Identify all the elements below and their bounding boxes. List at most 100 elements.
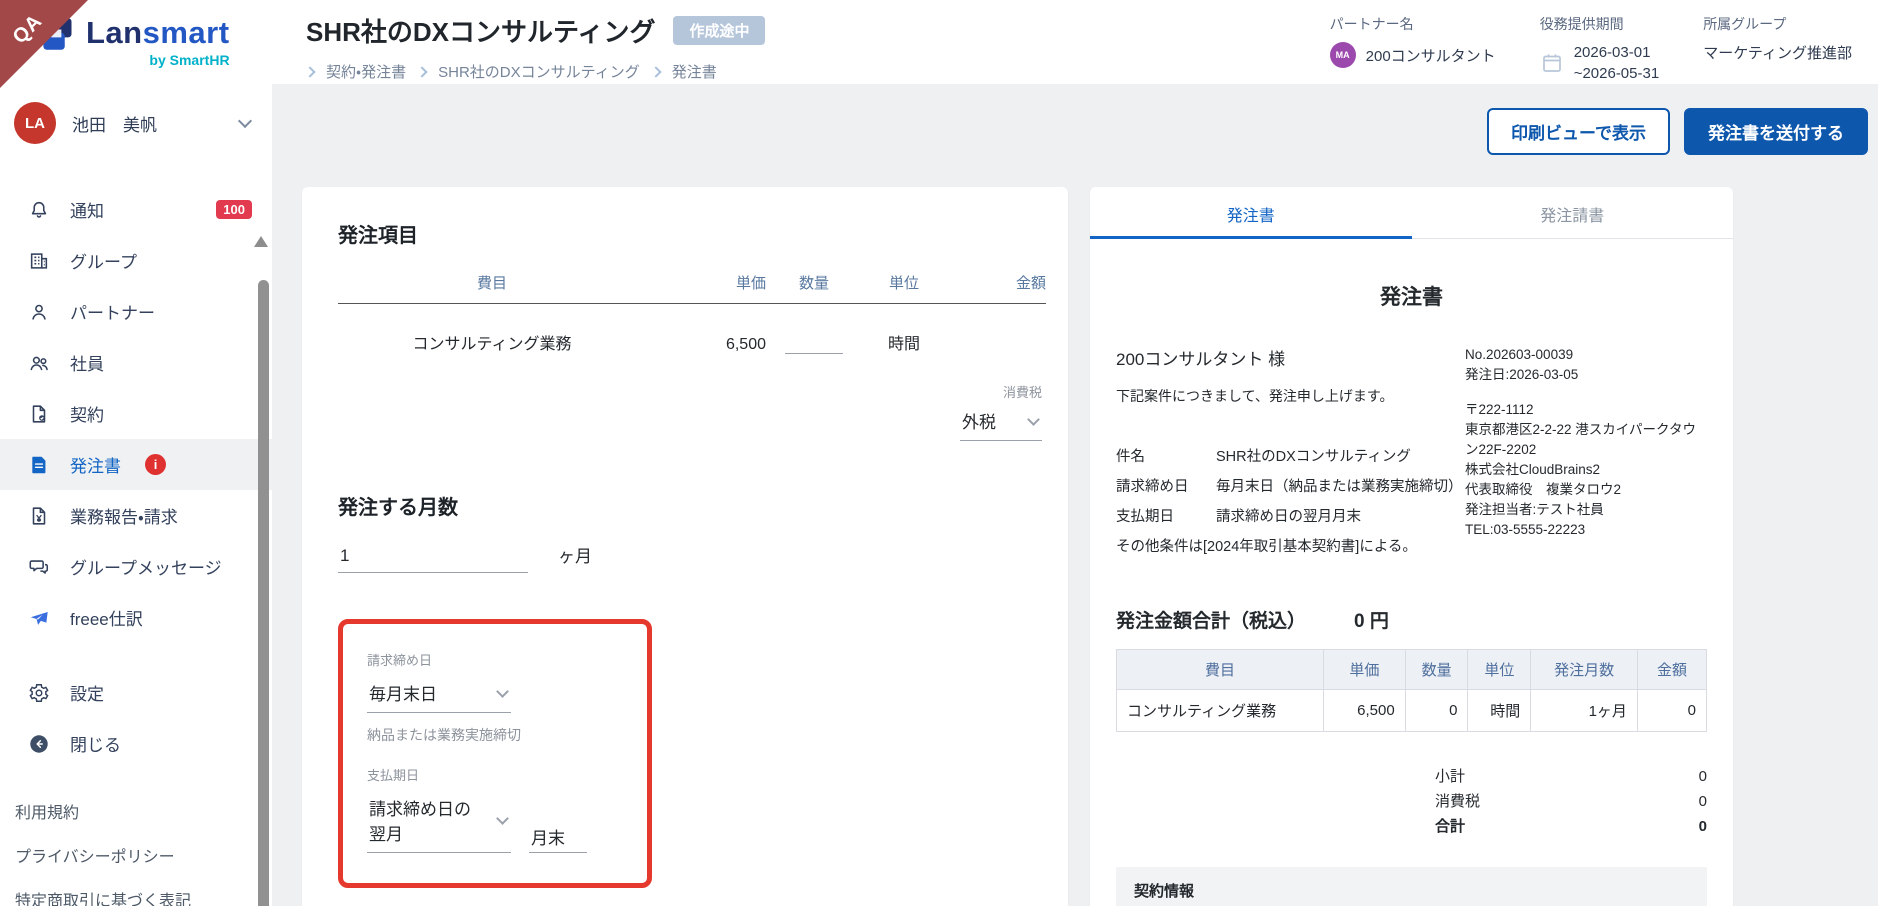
page-actions: 印刷ビューで表示 発注書を送付する xyxy=(302,108,1870,155)
user-name: 池田 美帆 xyxy=(72,115,157,135)
service-period-info: 役務提供期間 2026-03-01 ~2026-05-31 xyxy=(1539,16,1660,82)
preview-item-row: コンサルティング業務 6,500 0 時間 1ヶ月 0 xyxy=(1115,689,1708,732)
detail-value: 毎月末日（納品または業務実施締切） xyxy=(1216,479,1463,495)
issuer-representative: 代表取締役 複業タロウ2 xyxy=(1465,482,1622,497)
issuer-postal: 〒222-1112 xyxy=(1465,402,1534,417)
logo-byline: by SmartHR xyxy=(149,52,230,68)
content-area: 印刷ビューで表示 発注書を送付する 発注項目 費目 単価 数量 単位 金額 コン… xyxy=(272,84,1878,906)
page-title: SHR社のDXコンサルティング xyxy=(306,17,656,47)
partner-info: パートナー名 MA 200コンサルタント xyxy=(1329,14,1496,84)
sidebar-item-notifications[interactable]: 通知 100 xyxy=(0,184,272,235)
sidebar-item-partners[interactable]: パートナー xyxy=(0,286,272,337)
scrollbar-up-arrow[interactable] xyxy=(254,236,268,247)
partner-avatar: MA xyxy=(1329,42,1356,68)
sidebar-item-freee-journal[interactable]: freee仕訳 xyxy=(0,592,272,643)
group-info: 所属グループ マーケティング推進部 xyxy=(1703,16,1852,62)
chevron-down-icon xyxy=(496,812,509,825)
building-icon xyxy=(28,250,50,272)
order-months-input[interactable] xyxy=(338,543,528,573)
item-unit: 時間 xyxy=(887,336,920,353)
greeting-text: 下記案件につきまして、発注申し上げます。 xyxy=(1116,388,1394,404)
order-total-heading: 発注金額合計（税込） 0 円 xyxy=(1116,606,1707,633)
sidebar-item-purchase-orders[interactable]: 発注書 i xyxy=(0,439,272,490)
order-months-title: 発注する月数 xyxy=(338,497,458,519)
breadcrumb-project[interactable]: SHR社のDXコンサルティング xyxy=(438,61,640,82)
order-document-icon xyxy=(28,454,50,476)
item-name: コンサルティング業務 xyxy=(412,336,572,353)
sidebar-footer-links: 利用規約 プライバシーポリシー 特定商取引に基づく表記 ご利用ガイド xyxy=(0,769,272,906)
terms-link[interactable]: 利用規約 xyxy=(15,799,252,823)
contract-info-header: 契約情報 xyxy=(1116,867,1707,906)
sidebar-item-reports-billing[interactable]: 業務報告・請求 xyxy=(0,490,272,541)
bell-icon xyxy=(28,199,50,221)
tax-label: 消費税 xyxy=(1002,385,1042,400)
quantity-input[interactable] xyxy=(785,324,843,354)
people-icon xyxy=(28,352,50,374)
detail-label: 請求締め日 xyxy=(1116,479,1189,495)
tab-order-acknowledgement[interactable]: 発注請書 xyxy=(1411,187,1733,239)
order-document: 発注書 200コンサルタント 様 下記案件につきまして、発注申し上げます。 件名… xyxy=(1090,281,1733,906)
breadcrumb-contracts[interactable]: 契約・発注書 xyxy=(326,61,406,82)
chat-bubbles-icon xyxy=(28,556,50,578)
issuer-address: 東京都港区2-2-22 港スカイパークタウン22F-2202 xyxy=(1465,422,1696,457)
preview-tabs: 発注書 発注請書 xyxy=(1090,187,1733,239)
detail-value: 請求締め日の翌月月末 xyxy=(1216,509,1361,525)
totals-block: 小計 0 消費税 0 合計 0 xyxy=(1435,768,1707,835)
scrollbar-thumb[interactable] xyxy=(258,280,269,906)
order-form-card: 発注項目 費目 単価 数量 単位 金額 コンサルティング業務 6,500 時間 … xyxy=(302,187,1068,906)
send-order-button[interactable]: 発注書を送付する xyxy=(1684,108,1868,155)
sidebar-item-employees[interactable]: 社員 xyxy=(0,337,272,388)
payment-due-day-input[interactable] xyxy=(529,823,587,853)
tax-type-select[interactable]: 外税 xyxy=(960,405,1042,441)
sidebar-nav: 通知 100 グループ パートナー 社員 契約 発注書 i 業務報告・請求 グル… xyxy=(0,184,272,769)
sidebar: QA Lansmart by SmartHR LA 池田 美帆 通知 100 グ… xyxy=(0,0,272,906)
notification-count-badge: 100 xyxy=(216,200,252,219)
issuer-company: 株式会社CloudBrains2 xyxy=(1465,462,1601,477)
sidebar-item-settings[interactable]: 設定 xyxy=(0,667,272,718)
group-name: マーケティング推進部 xyxy=(1703,45,1852,62)
main-area: SHR社のDXコンサルティング 作成途中 契約・発注書 SHR社のDXコンサルテ… xyxy=(272,0,1878,906)
issuer-block: No.202603-00039 発注日:2026-03-05 〒222-1112… xyxy=(1465,345,1707,562)
tab-order-form[interactable]: 発注書 xyxy=(1090,187,1412,239)
privacy-policy-link[interactable]: プライバシーポリシー xyxy=(15,843,252,867)
breadcrumb: 契約・発注書 SHR社のDXコンサルティング 発注書 xyxy=(304,61,765,82)
sidebar-item-groups[interactable]: グループ xyxy=(0,235,272,286)
calendar-icon xyxy=(1540,51,1564,75)
closing-day-select[interactable]: 毎月末日 xyxy=(367,677,511,713)
col-header-unit-price: 単価 xyxy=(735,275,766,292)
page-header: SHR社のDXコンサルティング 作成途中 契約・発注書 SHR社のDXコンサルテ… xyxy=(272,0,1878,84)
sidebar-item-group-messages[interactable]: グループメッセージ xyxy=(0,541,272,592)
freee-plane-icon xyxy=(28,607,50,629)
chevron-right-icon xyxy=(650,65,662,78)
preview-items-table: 費目 単価 数量 単位 発注月数 金額 コンサルティング業務 6,500 0 時… xyxy=(1115,649,1708,732)
order-total-value: 0 円 xyxy=(1354,611,1389,632)
chevron-right-icon xyxy=(416,65,428,78)
print-view-button[interactable]: 印刷ビューで表示 xyxy=(1487,108,1670,155)
payment-due-select[interactable]: 請求締め日の 翌月 xyxy=(367,792,511,853)
order-items-title: 発注項目 xyxy=(338,225,418,247)
detail-label: 支払期日 xyxy=(1116,509,1174,525)
header-meta: パートナー名 MA 200コンサルタント 役務提供期間 2026-03-01 ~… xyxy=(1329,12,1852,84)
document-preview-card: 発注書 発注請書 発注書 200コンサルタント 様 下記案件につきまして、発注申… xyxy=(1090,187,1733,906)
breadcrumb-current: 発注書 xyxy=(671,64,717,81)
partner-name: 200コンサルタント xyxy=(1365,47,1496,65)
sidebar-item-collapse[interactable]: 閉じる xyxy=(0,718,272,769)
payment-due-label: 支払期日 xyxy=(367,768,420,783)
person-icon xyxy=(28,301,50,323)
col-header-quantity: 数量 xyxy=(798,275,829,292)
period-to: ~2026-05-31 xyxy=(1573,65,1660,82)
commercial-transactions-link[interactable]: 特定商取引に基づく表記 xyxy=(15,887,252,906)
months-suffix: ヶ月 xyxy=(558,547,592,566)
chevron-down-icon xyxy=(1027,412,1040,426)
col-header-amount: 金額 xyxy=(1015,275,1046,292)
qa-environment-ribbon xyxy=(0,0,88,88)
order-date: 発注日:2026-03-05 xyxy=(1465,367,1579,382)
detail-value: SHR社のDXコンサルティング xyxy=(1216,449,1411,465)
sidebar-item-contracts[interactable]: 契約 xyxy=(0,388,272,439)
billing-settings-highlight: 請求締め日 毎月末日 納品または業務実施締切 支払期日 請求締め日の 翌月 xyxy=(338,619,652,888)
period-from: 2026-03-01 xyxy=(1573,44,1651,61)
contract-check-icon xyxy=(28,403,50,425)
detail-label: 件名 xyxy=(1116,449,1145,465)
delivery-deadline-note: 納品または業務実施締切 xyxy=(367,727,521,743)
col-header-item: 費目 xyxy=(476,275,507,292)
